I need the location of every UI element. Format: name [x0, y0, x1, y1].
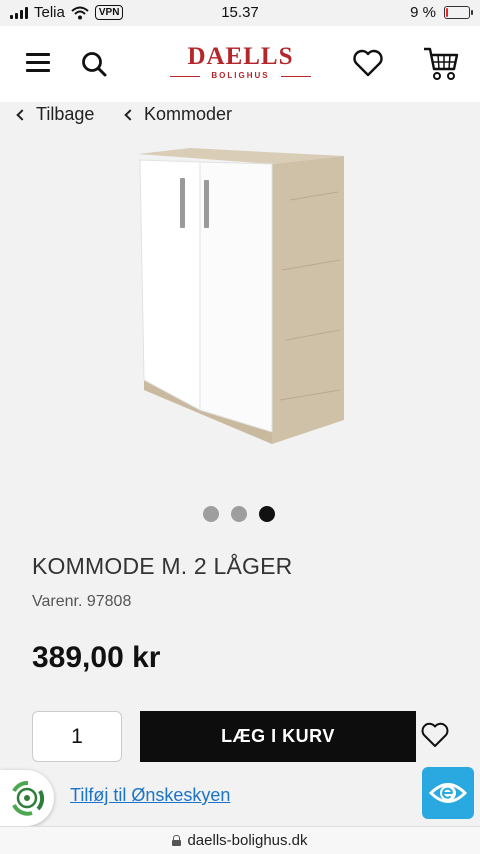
browser-url-bar[interactable]: daells-bolighus.dk	[0, 826, 480, 854]
url-text: daells-bolighus.dk	[187, 832, 308, 849]
favorites-heart-icon[interactable]	[352, 48, 384, 78]
product-image[interactable]	[100, 140, 380, 460]
battery-icon	[444, 6, 473, 19]
logo-subtitle: BOLIGHUS	[168, 71, 313, 80]
wishcloud-badge-icon	[12, 781, 45, 816]
breadcrumb: Tilbage Kommoder	[0, 102, 480, 130]
chevron-left-icon	[16, 108, 28, 121]
add-to-cart-button[interactable]: LÆG I KURV	[140, 711, 416, 762]
product-sku: Varenr. 97808	[32, 593, 132, 610]
product-price: 389,00 kr	[32, 641, 161, 674]
add-to-wishlist-link[interactable]: Tilføj til Ønskeskyen	[70, 785, 230, 806]
site-logo[interactable]: DAELLS BOLIGHUS	[168, 43, 313, 89]
wishlist-heart-icon[interactable]	[420, 721, 450, 749]
back-link[interactable]: Tilbage	[16, 104, 95, 125]
category-label: Kommoder	[144, 104, 233, 124]
chevron-left-icon	[124, 108, 136, 121]
gallery-dot-2[interactable]	[231, 506, 247, 522]
gallery-dot-1[interactable]	[203, 506, 219, 522]
gallery-dot-3[interactable]	[259, 506, 275, 522]
gallery-pagination	[0, 506, 480, 524]
site-header: DAELLS BOLIGHUS	[0, 26, 480, 102]
battery-fill	[446, 8, 448, 17]
status-time: 15.37	[221, 4, 259, 21]
wishcloud-badge[interactable]	[0, 770, 54, 826]
status-right: 9 %	[410, 4, 473, 21]
shopping-cart-icon[interactable]	[422, 45, 460, 83]
hamburger-menu-icon[interactable]	[26, 53, 50, 73]
e-maerket-badge[interactable]	[422, 767, 474, 819]
category-link[interactable]: Kommoder	[124, 104, 233, 125]
status-bar: Telia VPN 15.37 9 %	[0, 0, 480, 26]
e-maerket-icon	[428, 783, 468, 803]
lock-icon	[172, 835, 182, 846]
back-label: Tilbage	[36, 104, 95, 124]
battery-percent: 9 %	[410, 4, 436, 21]
search-icon[interactable]	[80, 50, 108, 78]
logo-wordmark: DAELLS	[187, 43, 294, 70]
product-title: KOMMODE M. 2 LÅGER	[32, 553, 293, 579]
quantity-input[interactable]: 1	[32, 711, 122, 762]
